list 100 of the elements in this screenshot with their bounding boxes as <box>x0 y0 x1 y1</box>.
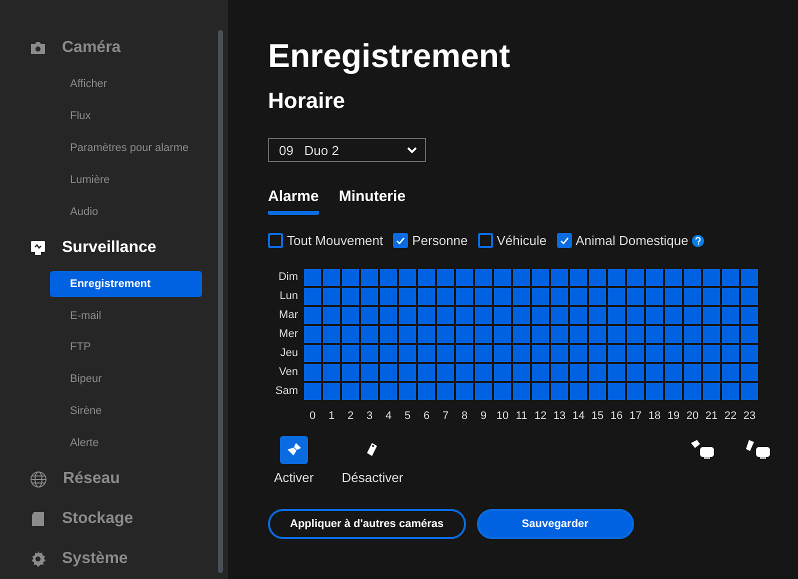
schedule-slot[interactable] <box>513 307 530 324</box>
schedule-slot[interactable] <box>589 383 606 400</box>
sidebar-group[interactable]: Stockage <box>62 510 134 528</box>
schedule-slot[interactable] <box>551 307 568 324</box>
apply-button[interactable]: Appliquer à d'autres caméras <box>268 509 466 539</box>
sidebar-group[interactable]: Système <box>62 550 128 568</box>
schedule-slot[interactable] <box>532 383 549 400</box>
schedule-slot[interactable] <box>399 383 416 400</box>
schedule-slot[interactable] <box>589 288 606 305</box>
schedule-slot[interactable] <box>380 364 397 381</box>
schedule-slot[interactable] <box>608 326 625 343</box>
sidebar-item[interactable]: Paramètres pour alarme <box>50 134 202 161</box>
schedule-slot[interactable] <box>418 383 435 400</box>
schedule-slot[interactable] <box>323 364 340 381</box>
schedule-slot[interactable] <box>684 364 701 381</box>
schedule-slot[interactable] <box>380 383 397 400</box>
schedule-slot[interactable] <box>323 345 340 362</box>
checkbox[interactable] <box>556 233 572 248</box>
schedule-slot[interactable] <box>684 269 701 286</box>
schedule-slot[interactable] <box>361 288 378 305</box>
schedule-slot[interactable] <box>665 345 682 362</box>
schedule-slot[interactable] <box>323 269 340 286</box>
schedule-slot[interactable] <box>665 307 682 324</box>
schedule-slot[interactable] <box>741 326 758 343</box>
schedule-slot[interactable] <box>361 364 378 381</box>
schedule-slot[interactable] <box>399 288 416 305</box>
schedule-slot[interactable] <box>304 383 321 400</box>
schedule-slot[interactable] <box>627 345 644 362</box>
schedule-slot[interactable] <box>494 364 511 381</box>
schedule-slot[interactable] <box>323 326 340 343</box>
schedule-slot[interactable] <box>703 288 720 305</box>
schedule-slot[interactable] <box>532 269 549 286</box>
schedule-slot[interactable] <box>570 326 587 343</box>
schedule-slot[interactable] <box>475 307 492 324</box>
schedule-slot[interactable] <box>646 345 663 362</box>
schedule-slot[interactable] <box>304 326 321 343</box>
sidebar-group[interactable]: Caméra <box>62 38 121 57</box>
sidebar-item[interactable]: Bipeur <box>50 366 202 392</box>
schedule-slot[interactable] <box>456 383 473 400</box>
sidebar-group[interactable]: Surveillance <box>62 238 156 257</box>
schedule-slot[interactable] <box>684 345 701 362</box>
schedule-slot[interactable] <box>684 326 701 343</box>
schedule-slot[interactable] <box>551 269 568 286</box>
schedule-slot[interactable] <box>323 288 340 305</box>
schedule-slot[interactable] <box>684 307 701 324</box>
schedule-slot[interactable] <box>570 345 587 362</box>
schedule-slot[interactable] <box>361 307 378 324</box>
sidebar-item[interactable]: E-mail <box>50 302 202 329</box>
schedule-slot[interactable] <box>513 288 530 305</box>
schedule-slot[interactable] <box>608 383 625 400</box>
schedule-slot[interactable] <box>456 345 473 362</box>
schedule-slot[interactable] <box>437 326 454 343</box>
schedule-slot[interactable] <box>418 326 435 343</box>
schedule-slot[interactable] <box>304 364 321 381</box>
schedule-slot[interactable] <box>380 345 397 362</box>
schedule-slot[interactable] <box>304 345 321 362</box>
sidebar-item[interactable]: Lumière <box>50 166 202 193</box>
sidebar-group[interactable]: Réseau <box>63 470 120 488</box>
tab[interactable]: Alarme <box>268 188 319 215</box>
schedule-slot[interactable] <box>437 307 454 324</box>
schedule-slot[interactable] <box>722 307 739 324</box>
schedule-slot[interactable] <box>399 364 416 381</box>
schedule-slot[interactable] <box>608 307 625 324</box>
schedule-slot[interactable] <box>456 288 473 305</box>
camera-select[interactable]: 09 Duo 2 <box>268 138 426 162</box>
schedule-slot[interactable] <box>361 326 378 343</box>
schedule-slot[interactable] <box>475 288 492 305</box>
schedule-slot[interactable] <box>703 307 720 324</box>
schedule-slot[interactable] <box>741 307 758 324</box>
scrollbar[interactable] <box>218 30 223 573</box>
schedule-slot[interactable] <box>570 307 587 324</box>
schedule-slot[interactable] <box>608 364 625 381</box>
schedule-slot[interactable] <box>399 307 416 324</box>
schedule-slot[interactable] <box>456 326 473 343</box>
schedule-slot[interactable] <box>627 326 644 343</box>
schedule-slot[interactable] <box>380 326 397 343</box>
schedule-slot[interactable] <box>475 326 492 343</box>
schedule-slot[interactable] <box>589 326 606 343</box>
schedule-slot[interactable] <box>627 307 644 324</box>
schedule-slot[interactable] <box>646 364 663 381</box>
schedule-slot[interactable] <box>437 345 454 362</box>
schedule-slot[interactable] <box>418 307 435 324</box>
schedule-slot[interactable] <box>418 364 435 381</box>
schedule-slot[interactable] <box>551 383 568 400</box>
schedule-slot[interactable] <box>722 364 739 381</box>
schedule-slot[interactable] <box>551 364 568 381</box>
schedule-slot[interactable] <box>627 364 644 381</box>
checkbox[interactable] <box>478 233 493 248</box>
schedule-slot[interactable] <box>418 288 435 305</box>
schedule-slot[interactable] <box>399 326 416 343</box>
schedule-slot[interactable] <box>551 345 568 362</box>
schedule-slot[interactable] <box>627 288 644 305</box>
schedule-slot[interactable] <box>475 345 492 362</box>
schedule-slot[interactable] <box>741 288 758 305</box>
checkbox[interactable] <box>268 233 283 248</box>
schedule-slot[interactable] <box>703 383 720 400</box>
schedule-slot[interactable] <box>684 383 701 400</box>
sidebar-item[interactable]: Alerte <box>50 430 202 456</box>
schedule-slot[interactable] <box>722 345 739 362</box>
sidebar-item[interactable]: Sirène <box>50 398 202 424</box>
